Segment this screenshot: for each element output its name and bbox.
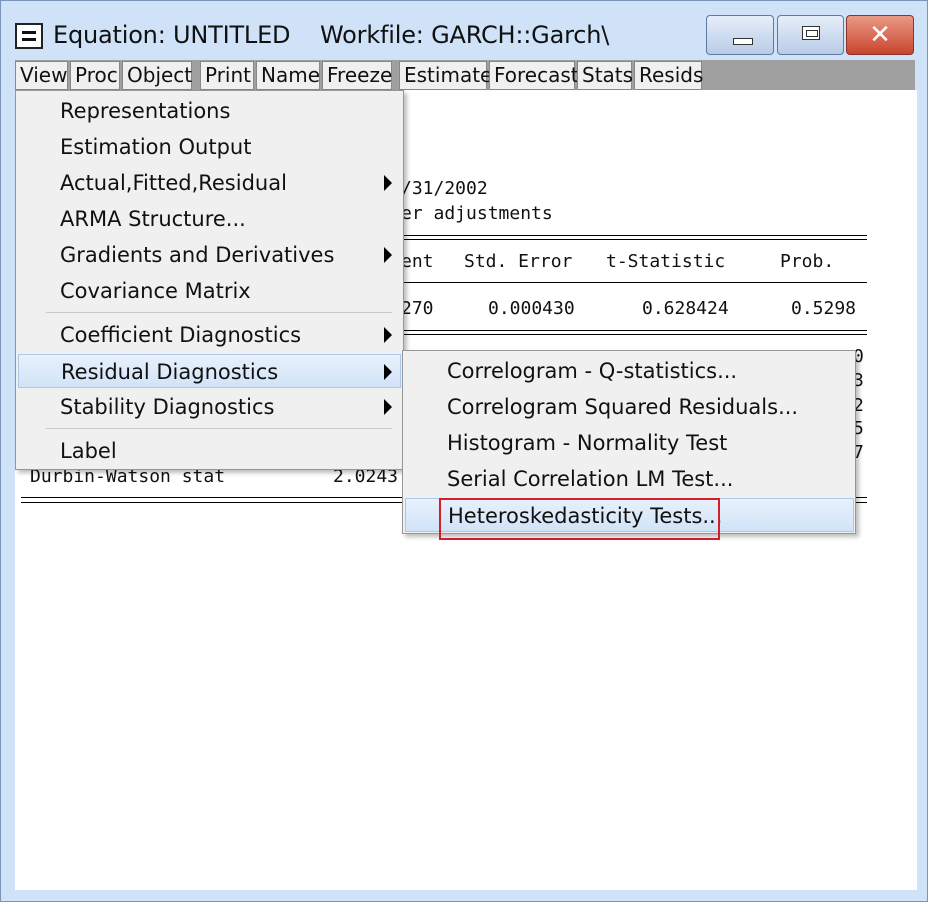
menu-separator	[46, 312, 392, 313]
print-button[interactable]: Print	[200, 61, 254, 90]
view-menu: Representations Estimation Output Actual…	[15, 90, 404, 470]
menu-item-stability-diagnostics[interactable]: Stability Diagnostics	[18, 390, 400, 424]
submenu-arrow-icon	[384, 327, 392, 343]
close-icon: ✕	[869, 20, 891, 50]
stats-button[interactable]: Stats	[577, 61, 633, 90]
menu-item-gradients-derivatives[interactable]: Gradients and Derivatives	[18, 238, 400, 272]
menu-item-correlogram-q-statistics[interactable]: Correlogram - Q-statistics...	[405, 354, 853, 388]
estimate-button[interactable]: Estimate	[399, 61, 492, 90]
proc-button[interactable]: Proc	[70, 61, 120, 90]
row-rule-2	[401, 334, 867, 335]
row-rule	[401, 330, 867, 331]
submenu-arrow-icon	[384, 364, 392, 380]
menu-item-covariance-matrix[interactable]: Covariance Matrix	[18, 274, 400, 308]
std-error-header: Std. Error	[464, 251, 573, 272]
close-button[interactable]: ✕	[846, 15, 914, 55]
submenu-arrow-icon	[384, 247, 392, 263]
title-bar[interactable]: Equation: UNTITLED Workfile: GARCH::Garc…	[1, 1, 927, 59]
view-button[interactable]: View	[15, 61, 68, 90]
menu-item-label[interactable]: Label	[18, 434, 400, 468]
resids-button[interactable]: Resids	[634, 61, 703, 90]
maximize-icon	[802, 26, 820, 40]
coefficient-header: ent	[401, 251, 434, 272]
minimize-icon	[733, 38, 753, 45]
forecast-button[interactable]: Forecast	[489, 61, 579, 90]
header-rule	[401, 282, 867, 283]
adjustments-text: er adjustments	[401, 203, 553, 224]
menu-item-coefficient-diagnostics[interactable]: Coefficient Diagnostics	[18, 318, 400, 352]
freeze-button[interactable]: Freeze	[322, 61, 392, 90]
equation-toolbar: View Proc Object Print Name Freeze Estim…	[15, 60, 915, 90]
menu-item-serial-correlation-lm-test[interactable]: Serial Correlation LM Test...	[405, 462, 853, 496]
menu-item-arma-structure[interactable]: ARMA Structure...	[18, 202, 400, 236]
menu-item-residual-diagnostics[interactable]: Residual Diagnostics	[18, 354, 401, 388]
submenu-arrow-icon	[384, 399, 392, 415]
prob-value: 0.5298	[791, 298, 857, 319]
t-statistic-value: 0.628424	[642, 298, 729, 319]
t-statistic-header: t-Statistic	[606, 251, 726, 272]
window-title: Equation: UNTITLED Workfile: GARCH::Garc…	[53, 21, 610, 49]
system-menu-icon[interactable]	[15, 23, 43, 49]
prob-header: Prob.	[780, 251, 835, 272]
maximize-button[interactable]	[777, 15, 844, 55]
menu-separator	[46, 428, 392, 429]
menu-item-estimation-output[interactable]: Estimation Output	[18, 130, 400, 164]
minimize-button[interactable]	[706, 15, 774, 55]
menu-item-actual-fitted-residual[interactable]: Actual,Fitted,Residual	[18, 166, 400, 200]
object-button[interactable]: Object	[122, 61, 192, 90]
highlight-callout-box	[439, 498, 720, 540]
std-error-value: 0.000430	[488, 298, 575, 319]
menu-item-correlogram-squared-residuals[interactable]: Correlogram Squared Residuals...	[405, 390, 853, 424]
coefficient-value: 270	[401, 298, 434, 319]
menu-item-representations[interactable]: Representations	[18, 94, 400, 128]
sample-date-text: /31/2002	[401, 178, 488, 199]
equation-window: Equation: UNTITLED Workfile: GARCH::Garc…	[0, 0, 928, 902]
name-button[interactable]: Name	[256, 61, 320, 90]
submenu-arrow-icon	[384, 175, 392, 191]
menu-item-histogram-normality-test[interactable]: Histogram - Normality Test	[405, 426, 853, 460]
